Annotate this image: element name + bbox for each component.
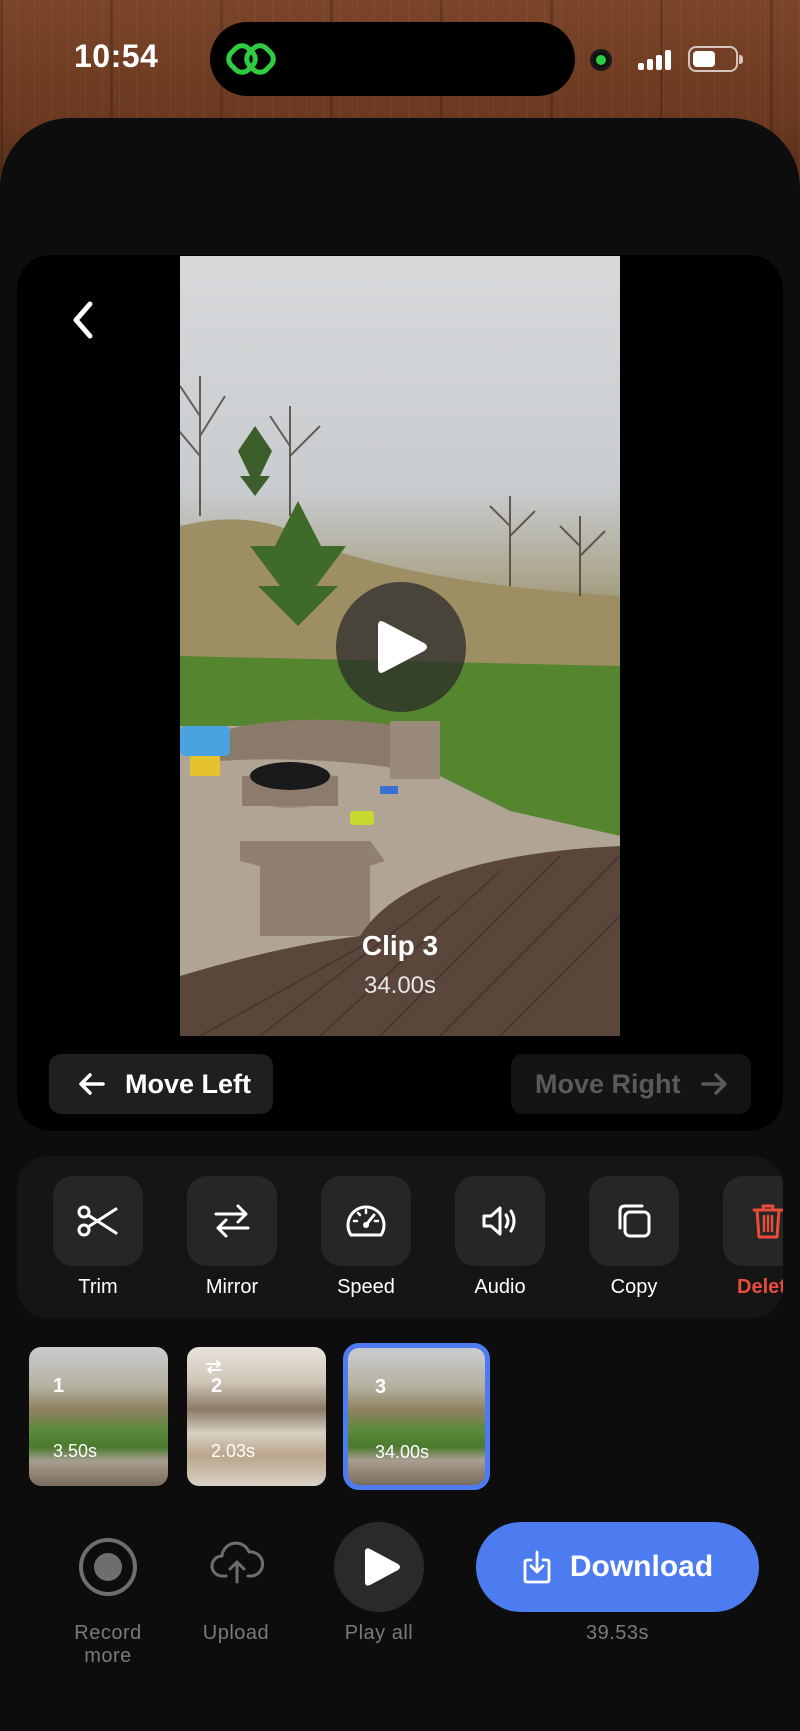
move-right-button[interactable]: Move Right <box>511 1054 751 1114</box>
tool-copy[interactable]: Copy <box>589 1176 681 1299</box>
clip-thumbnail-3-selected[interactable]: 3 34.00s <box>343 1343 490 1490</box>
tool-trim[interactable]: Trim <box>53 1176 145 1299</box>
play-all-label: Play all <box>344 1622 414 1644</box>
total-duration: 39.53s <box>585 1622 650 1644</box>
clip-thumb-duration: 3.50s <box>53 1441 98 1461</box>
download-label: Download <box>569 1550 714 1583</box>
record-icon[interactable] <box>79 1538 137 1596</box>
clip-thumbnail-1[interactable]: 1 3.50s <box>29 1347 168 1486</box>
tool-copy-label: Copy <box>610 1276 658 1298</box>
mirrored-indicator-icon <box>206 1360 222 1374</box>
tool-speed[interactable]: Speed <box>321 1176 413 1299</box>
tool-mirror[interactable]: Mirror <box>187 1176 279 1299</box>
play-icon <box>365 1548 400 1586</box>
play-all-button[interactable] <box>334 1522 424 1612</box>
camera-indicator-icon <box>590 49 612 71</box>
speaker-icon <box>482 1206 516 1236</box>
upload-label: Upload <box>202 1622 270 1644</box>
move-left-label: Move Left <box>125 1068 252 1099</box>
battery-icon <box>688 46 743 72</box>
play-button[interactable] <box>336 582 466 712</box>
clip-number: 2 <box>211 1375 223 1397</box>
status-bar: 10:54 <box>0 0 800 120</box>
upload-action[interactable]: Upload <box>176 1622 296 1645</box>
record-more-label: Record more <box>74 1622 142 1667</box>
clip-duration: 34.00s <box>363 972 437 999</box>
back-chevron-icon[interactable] <box>60 290 104 350</box>
clip-thumb-duration: 34.00s <box>375 1442 430 1462</box>
copy-icon <box>618 1204 651 1238</box>
scissors-icon <box>77 1205 118 1237</box>
tool-speed-label: Speed <box>337 1276 395 1298</box>
arrow-left-icon <box>79 1073 105 1095</box>
arrow-right-icon <box>700 1073 727 1095</box>
cloud-upload-icon[interactable] <box>210 1540 264 1586</box>
swap-arrows-icon <box>214 1204 250 1238</box>
clip-thumb-duration: 2.03s <box>211 1441 256 1461</box>
clip-thumbnail-2[interactable]: 2 2.03s <box>187 1347 326 1486</box>
speedometer-icon <box>346 1205 386 1237</box>
play-icon <box>378 621 427 673</box>
clip-number: 3 <box>375 1376 387 1398</box>
move-right-label: Move Right <box>535 1068 681 1099</box>
trash-icon <box>752 1204 783 1239</box>
tool-delete[interactable]: Delete <box>723 1176 783 1299</box>
tool-audio[interactable]: Audio <box>455 1176 547 1299</box>
download-button[interactable]: Download <box>476 1522 759 1612</box>
tool-trim-label: Trim <box>78 1276 118 1298</box>
status-time: 10:54 <box>74 38 159 74</box>
clip-title: Clip 3 <box>361 930 439 961</box>
app-link-logo-icon <box>226 43 276 75</box>
play-all-action[interactable]: Play all <box>319 1622 439 1645</box>
cellular-signal-icon <box>638 50 671 70</box>
tools-toolbar: Trim Mirror Speed Audio Copy Delet <box>17 1156 783 1318</box>
record-more-action[interactable]: Record more <box>48 1622 168 1668</box>
clip-number: 1 <box>53 1375 65 1397</box>
download-icon <box>523 1550 551 1584</box>
tool-audio-label: Audio <box>474 1276 526 1298</box>
tool-delete-label: Delete <box>737 1276 783 1298</box>
move-left-button[interactable]: Move Left <box>49 1054 273 1114</box>
dynamic-island <box>210 22 575 96</box>
tool-mirror-label: Mirror <box>205 1276 259 1298</box>
